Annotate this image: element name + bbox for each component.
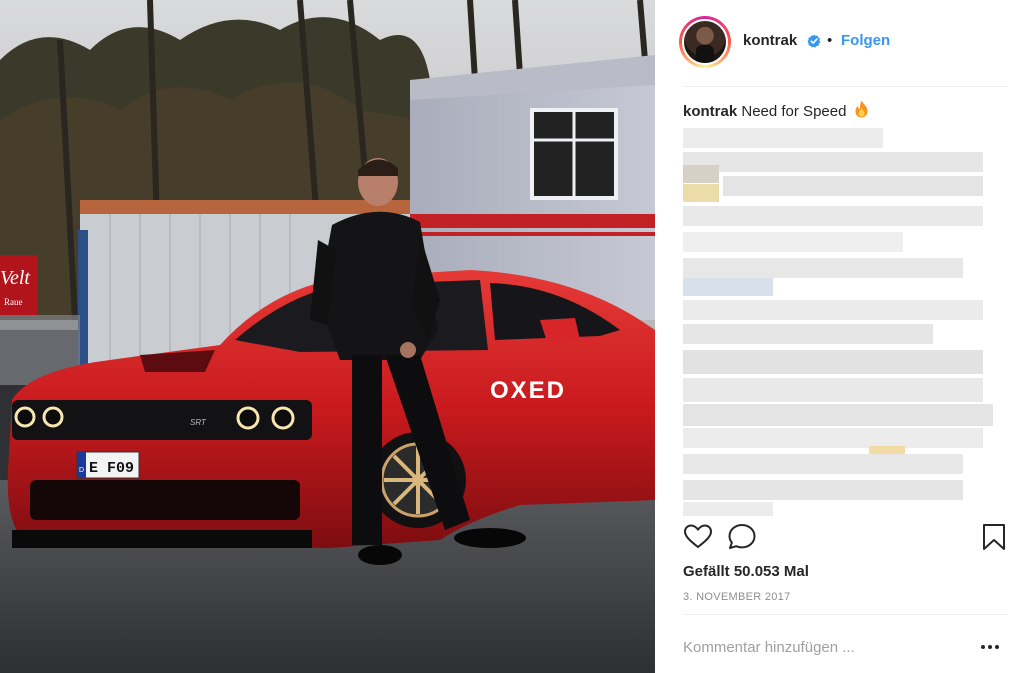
sign-text: Velt xyxy=(0,267,30,289)
post-photo[interactable]: Velt Raue SRT D E F09 OXED xyxy=(0,0,655,673)
post-side-panel: kontrak • Folgen kontrak Need for Speed xyxy=(655,0,1010,673)
photo-scene: Velt Raue SRT D E F09 OXED xyxy=(0,0,655,673)
more-options-icon[interactable] xyxy=(979,638,1001,656)
fire-emoji-icon xyxy=(855,100,868,118)
heart-icon[interactable] xyxy=(683,522,713,552)
post-actions xyxy=(683,522,1008,556)
post-date[interactable]: 3. NOVEMBER 2017 xyxy=(683,591,791,603)
header-username[interactable]: kontrak xyxy=(743,32,797,49)
plate-text: E F09 xyxy=(89,460,134,477)
plate-country: D xyxy=(79,467,84,474)
footer-divider xyxy=(683,614,1008,615)
grille-badge: SRT xyxy=(190,418,207,427)
avatar-image xyxy=(682,19,728,65)
sign-subtext: Raue xyxy=(4,297,23,307)
caption-text: Need for Speed xyxy=(741,103,847,120)
likes-count[interactable]: Gefällt 50.053 Mal xyxy=(683,563,809,580)
post-header: kontrak • Folgen xyxy=(655,0,1010,86)
blurred-comments xyxy=(683,128,1003,518)
bookmark-icon[interactable] xyxy=(979,522,1009,552)
verified-badge-icon xyxy=(807,34,821,48)
avatar[interactable] xyxy=(679,16,731,68)
follow-button[interactable]: Folgen xyxy=(841,32,890,49)
post-caption: kontrak Need for Speed xyxy=(683,100,870,120)
comment-input[interactable] xyxy=(683,636,968,658)
header-separator: • xyxy=(827,32,833,49)
header-divider xyxy=(683,86,1008,87)
caption-username[interactable]: kontrak xyxy=(683,103,737,120)
comment-bubble-icon[interactable] xyxy=(727,522,757,552)
door-logo: OXED xyxy=(490,377,566,404)
